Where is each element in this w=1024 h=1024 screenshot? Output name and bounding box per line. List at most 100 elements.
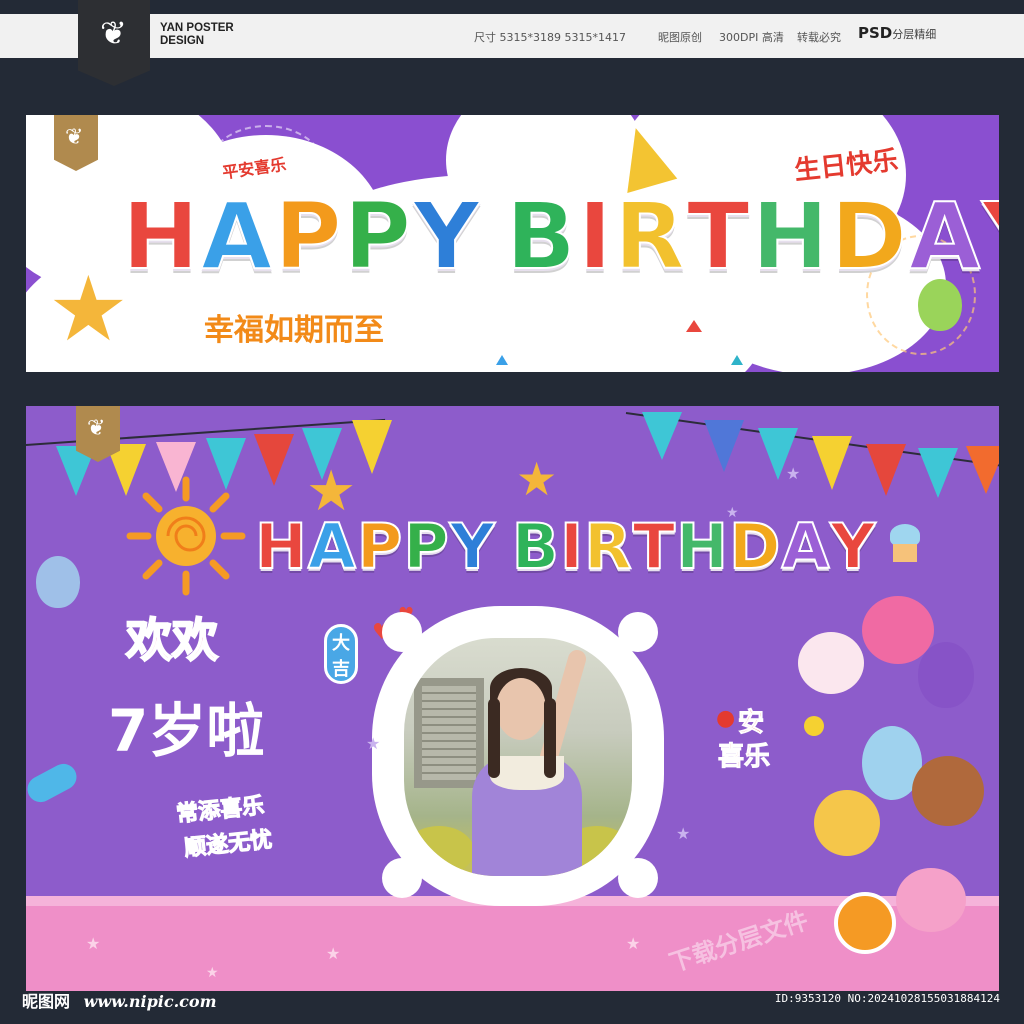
site-footer: 昵图网 www.nipic.com xyxy=(22,988,217,1012)
right-tag-line1: 安 xyxy=(737,708,765,739)
repost-info: 转载必究 xyxy=(797,31,841,44)
photo-braid xyxy=(488,698,500,778)
star-icon: ★ xyxy=(206,965,219,981)
title-letter: B xyxy=(511,510,560,583)
greeting-name: 欢欢 xyxy=(125,612,219,668)
photo-face xyxy=(496,678,546,740)
title-letter: T xyxy=(632,510,677,583)
photo-braid xyxy=(544,698,556,778)
psd-label: PSD xyxy=(858,24,893,42)
star-icon: ★ xyxy=(786,464,801,483)
child-photo xyxy=(404,638,632,876)
pig-balloon-icon xyxy=(896,868,966,932)
brand-line2: DESIGN xyxy=(160,35,205,47)
star-icon: ★ xyxy=(726,505,739,521)
title-letter: D xyxy=(728,510,782,583)
title-letter: R xyxy=(613,183,687,290)
star-icon: ★ xyxy=(86,934,101,953)
top-info-bar: YAN POSTER DESIGN 尺寸 5315*3189 5315*1417… xyxy=(0,14,1024,58)
happy-birthday-title: HAPPY BIRTHDAY xyxy=(121,183,999,290)
image-id: ID:9353120 NO:20241028155031884124 xyxy=(774,992,1000,1005)
star-icon: ★ xyxy=(676,824,691,843)
cupcake-icon xyxy=(888,524,922,564)
wing-logo-icon: ❦ xyxy=(65,125,84,150)
title-letter: A xyxy=(307,510,357,583)
bunting-flag xyxy=(918,448,958,498)
logo-badge-small: ❦ xyxy=(76,406,120,462)
frame-scallop xyxy=(618,612,658,652)
lucky-sticker: 大吉 xyxy=(324,624,358,684)
right-tag-line2: 喜乐 xyxy=(717,742,771,773)
title-letter: Y xyxy=(449,510,496,583)
size-info: 尺寸 5315*3189 5315*1417 xyxy=(474,31,626,44)
balloon-icon xyxy=(36,556,80,608)
main-poster: ❦ ★ ★ ♥ ♥ 欢欢 大吉 7岁啦 常添喜乐 顺遂无忧 HAPPY BIRT… xyxy=(26,406,999,991)
apple-icon: ● xyxy=(716,706,736,731)
bunting-flag xyxy=(812,436,852,490)
title-letter: Y xyxy=(981,186,999,288)
bunting-flag xyxy=(254,434,294,486)
title-letter: A xyxy=(908,183,983,290)
title-letter: I xyxy=(559,510,585,583)
wish-line2: 顺遂无忧 xyxy=(183,827,274,862)
logo-badge: ❦ xyxy=(78,0,150,86)
star-mascot-icon: ★ xyxy=(48,257,129,362)
star-icon: ★ xyxy=(326,944,341,963)
psd-info: PSD分层精细 xyxy=(858,24,936,42)
photo-window xyxy=(414,678,484,788)
confetti xyxy=(686,320,702,332)
bunting-flag xyxy=(642,412,682,460)
title-letter: D xyxy=(830,183,910,290)
bunting-flag xyxy=(966,446,999,494)
star-icon: ★ xyxy=(626,934,641,953)
candy-icon xyxy=(26,759,82,807)
balloon-icon xyxy=(918,279,962,331)
frame-scallop xyxy=(382,612,422,652)
photo-bush xyxy=(404,826,474,876)
title-letter: Y xyxy=(412,183,482,290)
bunting-flag xyxy=(352,420,392,474)
title-letter: H xyxy=(675,510,729,583)
title-letter: T xyxy=(686,183,752,290)
unicorn-balloon-icon xyxy=(798,632,864,694)
title-letter: A xyxy=(780,510,831,583)
greeting-age: 7岁啦 xyxy=(108,697,265,765)
title-letter: H xyxy=(121,183,201,290)
bear-balloon-icon xyxy=(912,756,984,826)
confetti xyxy=(731,355,743,365)
title-letter: P xyxy=(356,510,404,583)
smiley-icon xyxy=(804,716,824,736)
cat-balloon-icon xyxy=(814,790,880,856)
title-letter: R xyxy=(583,510,633,583)
star-mascot-icon: ★ xyxy=(516,452,558,506)
title-letter: A xyxy=(200,183,275,290)
banner-poster: ❦ 平安喜乐 生日快乐 HAPPY BIRTHDAY ★ 幸福如期而至 载分层文… xyxy=(26,115,999,372)
bunting-flag xyxy=(866,444,906,496)
balloon-icon xyxy=(918,642,974,708)
site-url[interactable]: www.nipic.com xyxy=(84,992,217,1011)
original-info: 昵图原创 xyxy=(658,31,702,44)
sun-icon xyxy=(126,476,246,596)
title-letter: P xyxy=(273,183,344,290)
title-letter: P xyxy=(402,510,450,583)
title-letter: B xyxy=(505,183,578,290)
dpi-info: 300DPI 高清 xyxy=(719,31,784,44)
site-name: 昵图网 xyxy=(22,992,71,1011)
psd-sub-label: 分层精细 xyxy=(892,28,937,41)
confetti xyxy=(496,355,508,365)
title-letter: Y xyxy=(829,510,877,583)
brand-line1: YAN POSTER xyxy=(160,22,234,34)
bunting-flag xyxy=(704,420,744,472)
title-letter: P xyxy=(343,183,414,290)
logo-badge-small: ❦ xyxy=(54,115,98,171)
title-letter: I xyxy=(577,183,615,290)
wing-logo-icon: ❦ xyxy=(87,416,106,441)
sticker-text: 大吉 xyxy=(332,633,350,680)
happy-birthday-title: HAPPY BIRTHDAY xyxy=(254,510,877,583)
brand-name: YAN POSTER DESIGN xyxy=(160,22,234,48)
subtitle: 幸福如期而至 xyxy=(204,313,384,348)
star-icon: ★ xyxy=(366,734,381,753)
title-letter: H xyxy=(751,183,831,290)
wing-logo-icon: ❦ xyxy=(100,14,127,52)
orange-slice-icon xyxy=(834,892,896,954)
